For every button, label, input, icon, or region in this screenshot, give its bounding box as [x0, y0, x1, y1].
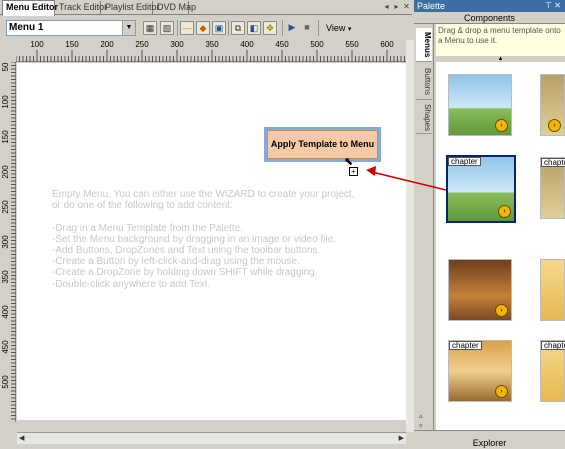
toolbar-divider	[282, 20, 283, 36]
ruler-tick-label: 250	[135, 40, 149, 49]
ruler-tick-label: 250	[1, 200, 10, 214]
ruler-tick-label: 300	[170, 40, 184, 49]
palette-title: Palette	[417, 1, 446, 11]
scroll-left-icon[interactable]: ◀	[19, 434, 24, 442]
vertical-ruler: 50 100 150 200 250 300 350 400 450 500	[0, 62, 16, 422]
ruler-tick-label: 600	[380, 40, 394, 49]
ruler-tick-label: 200	[1, 165, 10, 179]
horizontal-ruler: 100 150 200 250 300 350 400 450 500 550 600	[16, 40, 406, 62]
close-icon[interactable]: ✕	[402, 2, 411, 12]
ruler-tick-label: 300	[1, 235, 10, 249]
template-grid: › › chapter › chapter › chapter › chapte…	[436, 62, 565, 430]
palette-title-bar: Palette ⊤ ✕	[414, 0, 565, 12]
align-icon[interactable]: ◧	[247, 21, 261, 35]
scroll-right-icon[interactable]: ▶	[399, 434, 404, 442]
ruler-tick-label: 500	[1, 375, 10, 389]
thumbnail-caption: chapter	[448, 157, 481, 166]
ruler-tick-label: 450	[275, 40, 289, 49]
menu-select-dropdown[interactable]: Menu 1 ▼	[6, 20, 136, 36]
ruler-tick-label: 450	[1, 340, 10, 354]
toolbar-divider	[177, 20, 178, 36]
vtab-buttons[interactable]: Buttons	[416, 64, 432, 100]
ruler-tick-label: 150	[1, 130, 10, 144]
ruler-tick-label: 550	[345, 40, 359, 49]
scroll-up-icon[interactable]: ▵	[419, 412, 423, 420]
menu-template-thumbnail[interactable]: ›	[448, 259, 512, 321]
ruler-tick-label: 50	[1, 62, 10, 72]
stop-icon[interactable]: ■	[300, 21, 314, 35]
ruler-tick-label: 500	[310, 40, 324, 49]
menu-template-thumbnail[interactable]: chapter	[540, 157, 565, 219]
ruler-tick-label: 200	[100, 40, 114, 49]
distribute-icon[interactable]: ✥	[263, 21, 277, 35]
horizontal-scrollbar[interactable]: ◀ ▶	[17, 432, 406, 444]
thumbnail-caption: chapter	[449, 341, 482, 350]
add-text-icon[interactable]: —	[180, 21, 194, 35]
toolbar-divider	[228, 20, 229, 36]
toolbar-divider	[318, 20, 319, 36]
tab-scroll-left-icon[interactable]: ◂	[382, 2, 391, 12]
vertical-scrollbar[interactable]	[406, 40, 414, 432]
tab-track-editor[interactable]: Track Editor	[56, 1, 107, 15]
ruler-tick-label: 400	[1, 305, 10, 319]
ruler-tick-label: 350	[205, 40, 219, 49]
chevron-down-icon[interactable]: ▼	[122, 21, 135, 35]
play-button-icon: ›	[495, 385, 508, 398]
ruler-tick-label: 400	[240, 40, 254, 49]
components-header[interactable]: Components	[414, 12, 565, 24]
ruler-tick-label: 100	[1, 95, 10, 109]
menu-template-thumbnail-selected[interactable]: chapter ›	[446, 155, 516, 223]
toolbar: Menu 1 ▼ ▦ ▧ — ◆ ▣ ⧉ ◧ ✥ ▶ ■ View ▾	[0, 16, 412, 40]
tab-dvd-map[interactable]: DVD Map	[154, 1, 196, 15]
apply-template-label: Apply Template to Menu	[267, 130, 378, 159]
menu-template-thumbnail[interactable]: ›	[540, 74, 565, 136]
play-button-icon: ›	[495, 119, 508, 132]
play-button-icon: ›	[498, 205, 511, 218]
apply-template-drop-target[interactable]: Apply Template to Menu	[264, 127, 381, 162]
empty-menu-instructions: Empty Menu. You can either use the WIZAR…	[52, 189, 355, 290]
menu-template-thumbnail[interactable]	[540, 259, 565, 321]
vtab-shapes[interactable]: Shapes	[416, 102, 432, 134]
thumbnail-caption: chapter	[541, 341, 565, 350]
play-icon[interactable]: ▶	[285, 21, 299, 35]
add-dropzone-icon[interactable]: ▣	[212, 21, 226, 35]
tab-playlist-editor[interactable]: Playlist Editor	[102, 1, 160, 15]
chevron-down-icon: ▾	[347, 26, 352, 33]
add-menu-icon[interactable]: ▦	[143, 21, 157, 35]
ruler-tick-label: 350	[1, 270, 10, 284]
scroll-down-icon[interactable]: ▿	[419, 422, 423, 430]
play-button-icon: ›	[548, 119, 561, 132]
ruler-tick-label: 150	[65, 40, 79, 49]
view-menu-button[interactable]: View ▾	[326, 22, 351, 34]
vtab-menus[interactable]: Menus	[416, 28, 432, 62]
menu-template-thumbnail[interactable]: ›	[448, 74, 512, 136]
menu-select-value: Menu 1	[9, 22, 44, 33]
explorer-tab[interactable]: Explorer	[414, 438, 565, 449]
editor-tab-bar: Menu Editor Track Editor Playlist Editor…	[0, 0, 412, 16]
tab-scroll-right-icon[interactable]: ▸	[392, 2, 401, 12]
delete-menu-icon[interactable]: ▧	[160, 21, 174, 35]
thumbnail-caption: chapter	[541, 158, 565, 167]
ruler-tick-label: 100	[30, 40, 44, 49]
menu-template-thumbnail[interactable]: chapter	[540, 340, 565, 402]
menu-template-thumbnail[interactable]: chapter ›	[448, 340, 512, 402]
pin-icon[interactable]: ⊤ ✕	[545, 0, 561, 12]
palette-category-tabs: Menus Buttons Shapes ▵ ▿	[414, 24, 434, 430]
add-button-icon[interactable]: ◆	[196, 21, 210, 35]
view-label: View	[326, 23, 346, 33]
tab-menu-editor[interactable]: Menu Editor	[2, 0, 58, 16]
arrange-icon[interactable]: ⧉	[231, 21, 245, 35]
play-button-icon: ›	[495, 304, 508, 317]
drag-copy-icon: +	[349, 167, 358, 176]
